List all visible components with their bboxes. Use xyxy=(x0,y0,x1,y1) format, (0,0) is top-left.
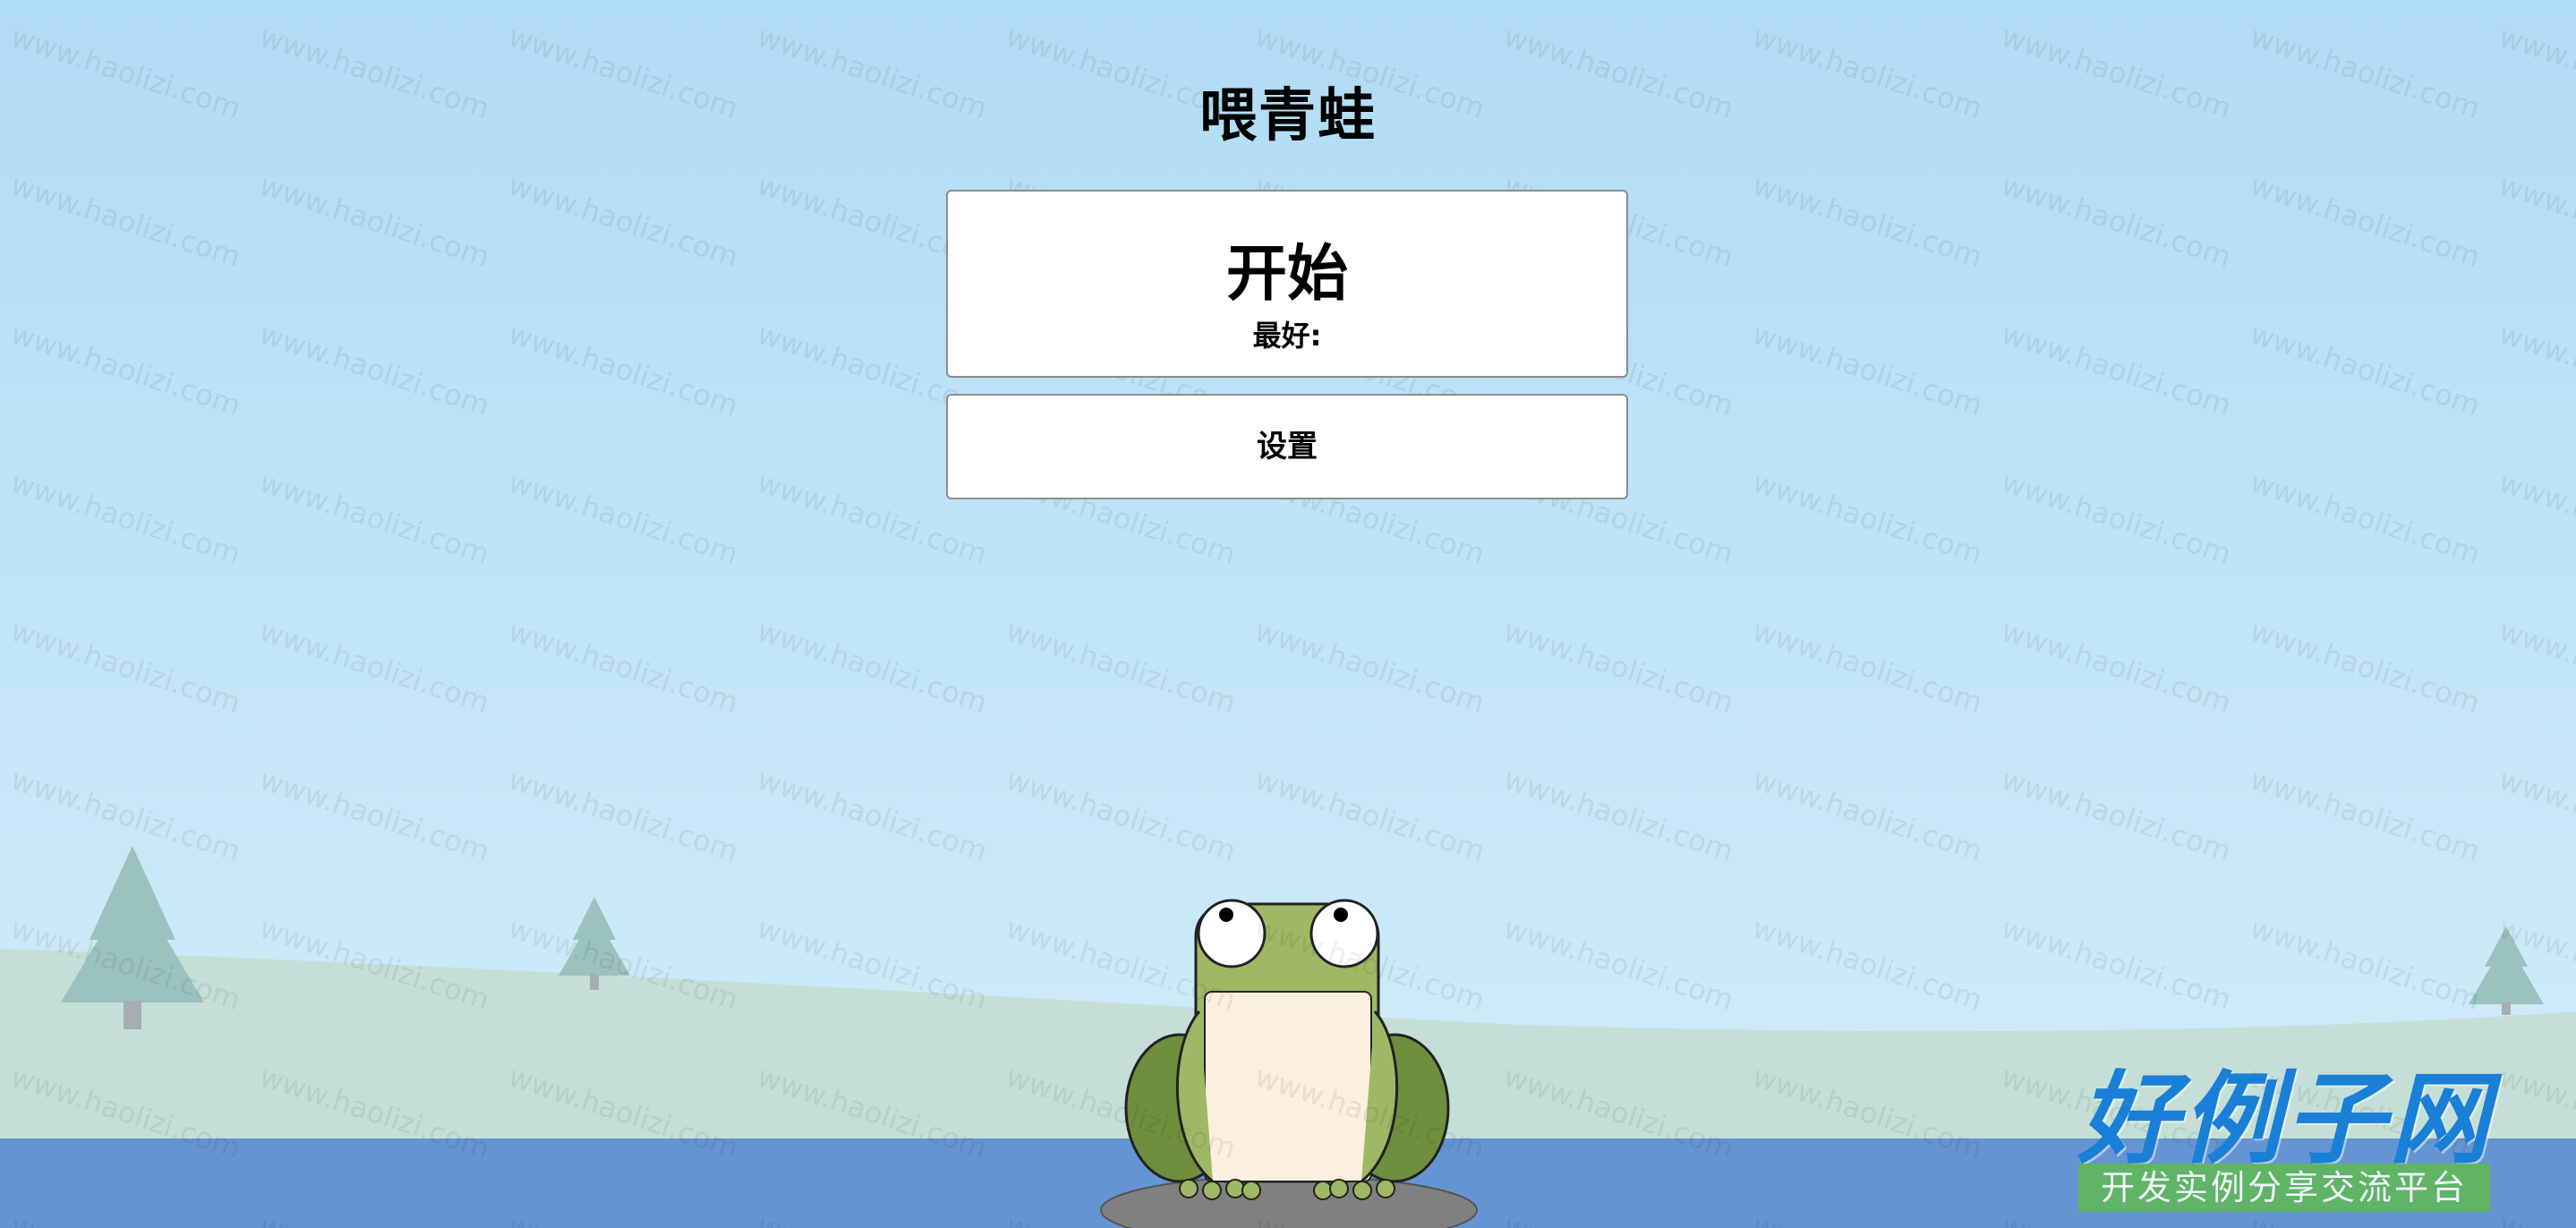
start-label: 开始 xyxy=(1225,239,1348,310)
site-logo-watermark: 好例子网 开发实例分享交流平台 xyxy=(2075,1038,2495,1222)
game-title: 喂青蛙 xyxy=(1199,83,1377,149)
logo-subtitle: 开发实例分享交流平台 xyxy=(2078,1164,2490,1212)
game-scene: www.haolizi.com xyxy=(0,0,2576,1228)
start-button[interactable]: 开始 最好: xyxy=(946,190,1628,378)
settings-button[interactable]: 设置 xyxy=(946,394,1628,499)
logo-text: 好例子网 xyxy=(2077,1062,2493,1178)
best-score-label: 最好: xyxy=(1252,319,1322,353)
